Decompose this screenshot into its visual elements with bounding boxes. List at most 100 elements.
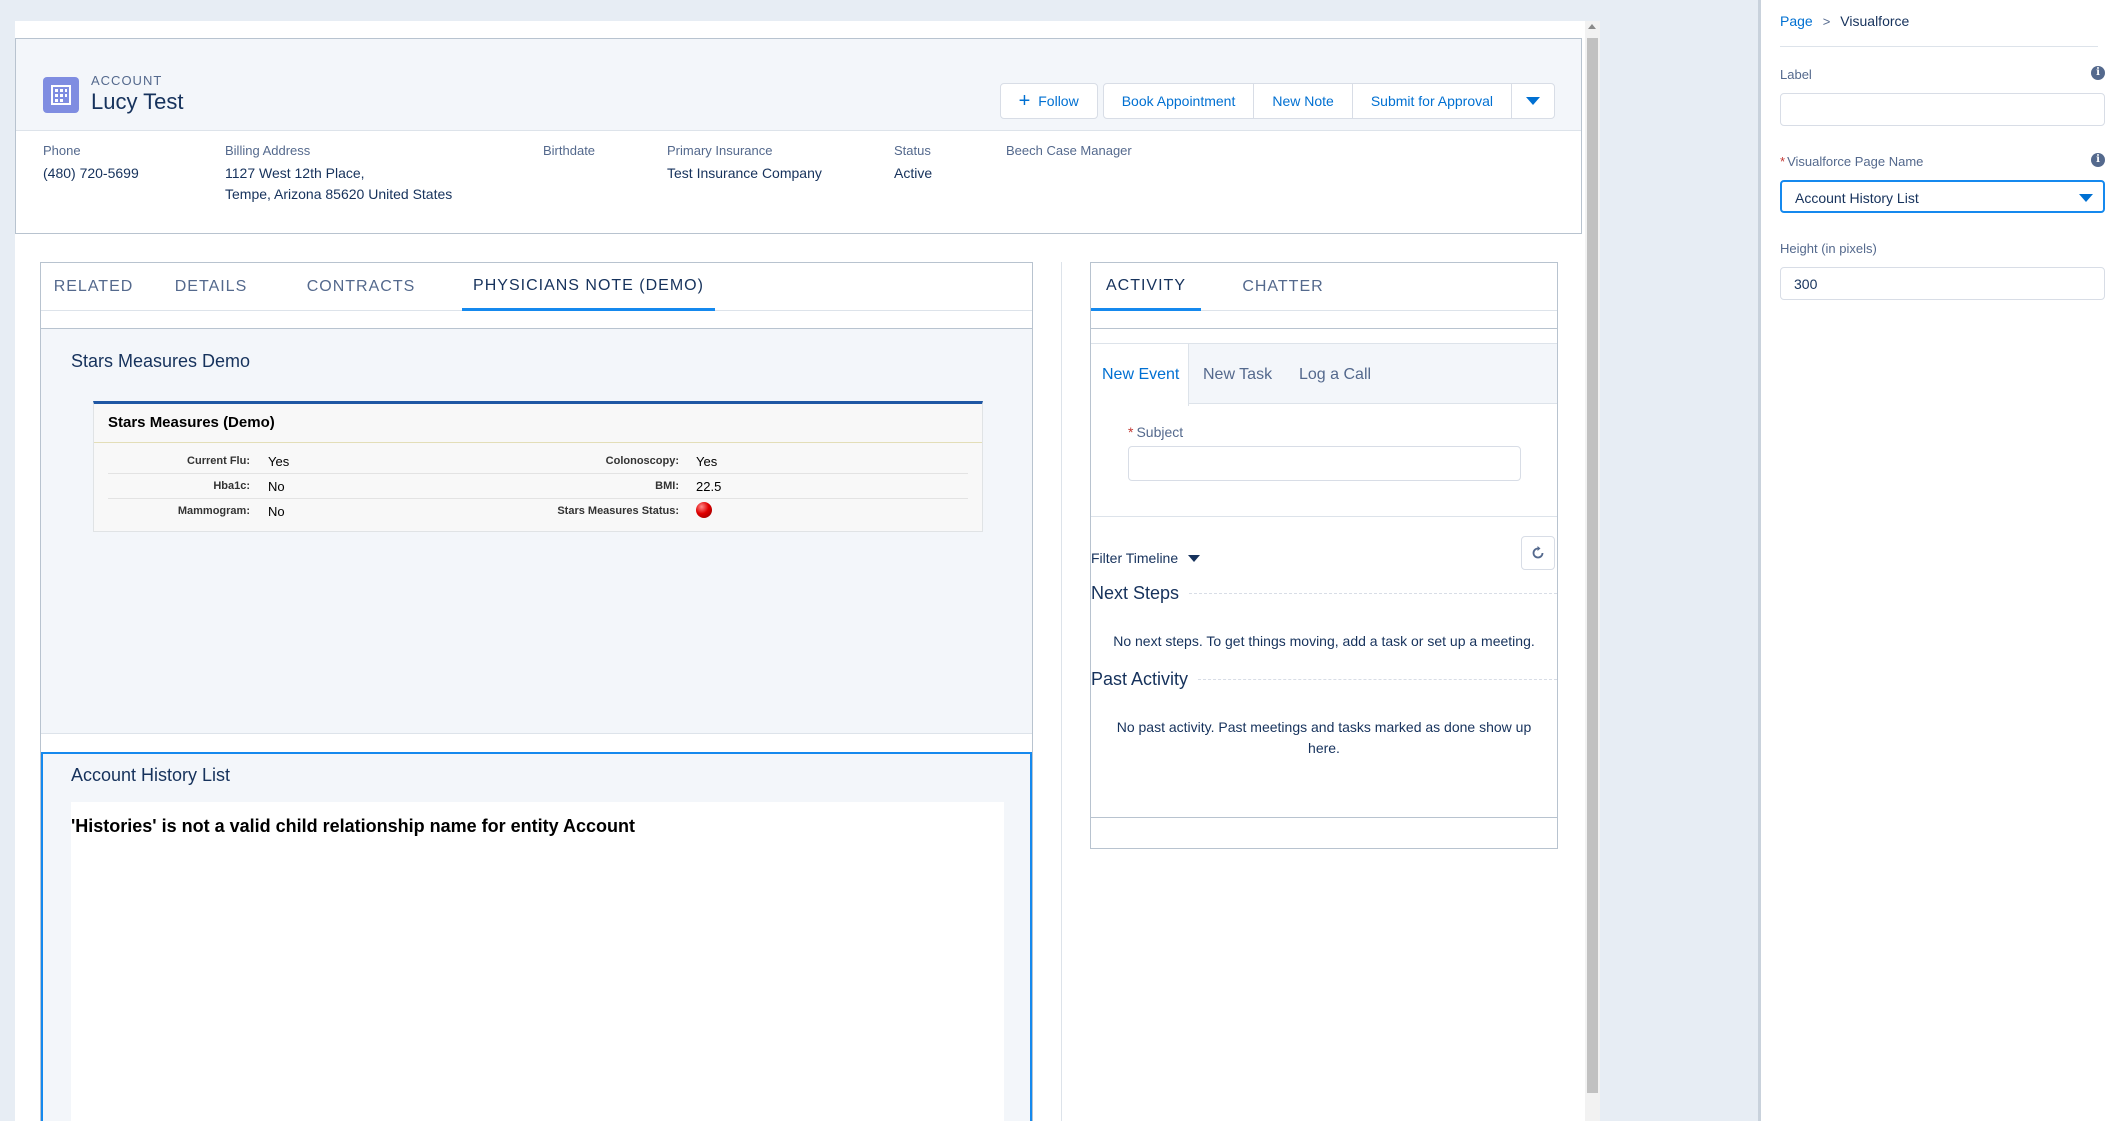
past-activity-empty-message-line2: here. <box>1308 740 1340 756</box>
info-icon[interactable]: i <box>2091 153 2105 167</box>
error-message: 'Histories' is not a valid child relatio… <box>71 816 635 836</box>
mammogram-value: No <box>268 504 285 519</box>
tab-new-event[interactable]: New Event <box>1091 344 1189 406</box>
current-flu-value: Yes <box>268 454 290 469</box>
subject-label: * Subject <box>1128 424 1183 440</box>
record-actions: + Follow Book Appointment New Note Submi… <box>999 83 1555 119</box>
record-highlights-panel[interactable]: ACCOUNT Lucy Test + Follow Book Appointm… <box>15 38 1582 234</box>
activity-body: New Event New Task Log a Call * Subject F… <box>1091 328 1557 818</box>
tab-chatter[interactable]: CHATTER <box>1218 263 1348 311</box>
past-activity-empty-message-line1: No past activity. Past meetings and task… <box>1116 719 1532 735</box>
record-object-type: ACCOUNT <box>91 73 163 88</box>
field-label: Primary Insurance <box>667 143 773 158</box>
activity-component: ACTIVITY CHATTER New Event New Task Log … <box>1090 262 1558 849</box>
dashed-divider <box>1189 593 1557 594</box>
box-divider <box>94 442 982 443</box>
field-birthdate: Birthdate <box>543 143 595 163</box>
address-line-1[interactable]: 1127 West 12th Place, <box>225 163 452 184</box>
status-value: Active <box>894 165 933 181</box>
tab-activity[interactable]: ACTIVITY <box>1091 263 1201 311</box>
account-history-component[interactable]: Account History List 'Histories' is not … <box>41 752 1032 1121</box>
follow-label: Follow <box>1038 93 1079 109</box>
breadcrumb-current: Visualforce <box>1840 13 1910 29</box>
field-primary-insurance: Primary Insurance Test Insurance Company <box>667 143 822 184</box>
tab-bar: RELATED DETAILS CONTRACTS PHYSICIANS NOT… <box>41 263 1032 311</box>
colonoscopy-value: Yes <box>696 454 718 469</box>
field-case-manager: Beech Case Manager <box>1006 143 1132 163</box>
activity-tab-bar: ACTIVITY CHATTER <box>1091 263 1557 311</box>
next-steps-header: Next Steps <box>1091 583 1557 604</box>
info-icon[interactable]: i <box>2091 66 2105 80</box>
vf-page-name-select[interactable]: Account History List <box>1780 180 2105 213</box>
scroll-up-arrow-icon[interactable] <box>1588 24 1596 29</box>
label-field-label: Label <box>1780 67 1812 82</box>
past-activity-title: Past Activity <box>1091 669 1189 689</box>
chevron-down-icon <box>2079 194 2093 202</box>
stars-status-label: Stars Measures Status: <box>557 505 679 517</box>
field-billing-address: Billing Address 1127 West 12th Place, Te… <box>225 143 452 205</box>
phone-value[interactable]: (480) 720-5699 <box>43 163 139 184</box>
mammogram-label: Mammogram: <box>177 505 250 517</box>
panel-divider <box>1780 46 2098 47</box>
tab-details[interactable]: DETAILS <box>151 263 271 311</box>
page-canvas: ACCOUNT Lucy Test + Follow Book Appointm… <box>0 0 1758 1121</box>
new-note-button[interactable]: New Note <box>1254 84 1353 118</box>
caret-down-icon <box>1188 554 1201 562</box>
bmi-label: BMI: <box>655 480 679 492</box>
breadcrumb: Page > Visualforce <box>1780 13 1909 29</box>
scrollbar-thumb[interactable] <box>1587 38 1598 1093</box>
component-title: Stars Measures Demo <box>71 351 251 371</box>
field-label: Beech Case Manager <box>1006 143 1132 158</box>
column-divider <box>1061 262 1062 1121</box>
label-input[interactable] <box>1780 93 2105 126</box>
box-title: Stars Measures (Demo) <box>108 414 275 431</box>
vf-page-name-value: Account History List <box>1795 190 1919 206</box>
dashed-divider <box>1198 679 1557 680</box>
follow-button[interactable]: + Follow <box>999 83 1098 119</box>
field-phone: Phone (480) 720-5699 <box>43 143 139 184</box>
red-status-icon <box>696 502 712 518</box>
insurance-value[interactable]: Test Insurance Company <box>667 163 822 184</box>
stars-row: Hba1c: No BMI: 22.5 <box>108 474 968 499</box>
record-name: Lucy Test <box>91 89 184 114</box>
highlight-fields: Phone (480) 720-5699 Billing Address 112… <box>16 143 1581 223</box>
tabs-component: RELATED DETAILS CONTRACTS PHYSICIANS NOT… <box>40 262 1033 1121</box>
canvas-scrollbar[interactable] <box>1585 21 1600 1121</box>
plus-icon: + <box>1018 90 1031 112</box>
properties-panel: Page > Visualforce Label i * Visualforce … <box>1758 0 2114 1121</box>
next-steps-title: Next Steps <box>1091 583 1180 603</box>
colonoscopy-label: Colonoscopy: <box>605 455 679 467</box>
address-line-2[interactable]: Tempe, Arizona 85620 United States <box>225 184 452 205</box>
filter-timeline-label: Filter Timeline <box>1091 550 1179 566</box>
tab-contracts[interactable]: CONTRACTS <box>291 263 431 311</box>
height-field-label: Height (in pixels) <box>1780 241 1877 256</box>
field-label: Status <box>894 143 931 158</box>
stars-row: Mammogram: No Stars Measures Status: <box>108 499 968 524</box>
tab-new-task[interactable]: New Task <box>1203 344 1272 405</box>
field-label: Phone <box>43 143 81 158</box>
refresh-button[interactable] <box>1521 536 1555 570</box>
activity-divider <box>1091 516 1557 517</box>
height-input[interactable]: 300 <box>1780 267 2105 300</box>
visualforce-frame: 'Histories' is not a valid child relatio… <box>71 802 1004 1121</box>
refresh-icon <box>1532 546 1544 559</box>
tab-log-a-call[interactable]: Log a Call <box>1299 344 1371 405</box>
subject-input[interactable] <box>1128 446 1521 481</box>
hba1c-value: No <box>268 479 285 494</box>
vf-page-name-label: * Visualforce Page Name <box>1780 154 1923 169</box>
tab-related[interactable]: RELATED <box>41 263 146 311</box>
component-title: Account History List <box>71 765 231 785</box>
breadcrumb-page-link[interactable]: Page <box>1780 13 1813 29</box>
stars-measures-component[interactable]: Stars Measures Demo Stars Measures (Demo… <box>41 328 1032 734</box>
more-actions-button[interactable] <box>1512 84 1554 118</box>
chevron-down-icon <box>1526 97 1540 105</box>
submit-for-approval-button[interactable]: Submit for Approval <box>1353 84 1512 118</box>
subject-label-text: Subject <box>1136 424 1184 440</box>
tab-physicians-note[interactable]: PHYSICIANS NOTE (DEMO) <box>462 263 715 311</box>
required-asterisk: * <box>1128 424 1134 440</box>
field-label: Billing Address <box>225 143 311 158</box>
filter-timeline-button[interactable]: Filter Timeline <box>1091 550 1201 566</box>
stars-measures-box: Stars Measures (Demo) Current Flu: Yes C… <box>93 401 983 532</box>
stars-row: Current Flu: Yes Colonoscopy: Yes <box>108 449 968 474</box>
book-appointment-button[interactable]: Book Appointment <box>1104 84 1255 118</box>
